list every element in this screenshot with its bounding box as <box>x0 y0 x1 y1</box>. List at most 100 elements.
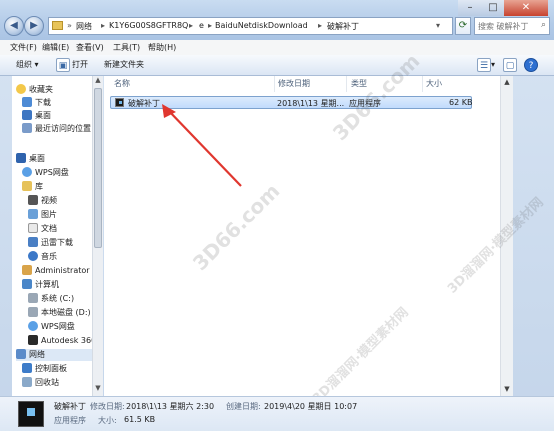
forward-arrow-icon: ▶ <box>30 20 38 31</box>
annotation-arrow <box>162 104 242 187</box>
nav-drive-d[interactable]: 本地磁盘 (D:) <box>28 307 91 319</box>
video-icon <box>28 195 38 205</box>
network-icon <box>16 349 26 359</box>
menu-tools[interactable]: 工具(T) <box>113 42 140 53</box>
downloads-icon <box>22 97 32 107</box>
music-icon <box>28 251 38 261</box>
nav-documents[interactable]: 文档 <box>28 223 57 235</box>
star-icon <box>16 84 26 94</box>
breadcrumb-host[interactable]: K1Y6G00S8GFTR8Q <box>109 21 188 30</box>
breadcrumb-separator-icon: » <box>67 21 72 30</box>
nav-libraries[interactable]: 库 <box>22 181 43 193</box>
menu-view[interactable]: 查看(V) <box>76 42 104 53</box>
help-icon[interactable]: ? <box>524 58 538 72</box>
nav-control-panel[interactable]: 控制面板 <box>22 363 67 375</box>
arrow-shaft <box>166 108 242 187</box>
computer-icon <box>22 279 32 289</box>
title-bar: – □ ✕ ◀ ▶ » 网络 ▸ K1Y6G00S8GFTR8Q ▸ e ▸ B… <box>0 0 554 40</box>
nav-videos[interactable]: 视频 <box>28 195 57 207</box>
nav-recycle-bin[interactable]: 回收站 <box>22 377 59 389</box>
breadcrumb-separator-icon: ▸ <box>318 21 323 30</box>
download-folder-icon <box>28 237 38 247</box>
command-bar: 组织 ▾ ▣ 打开 新建文件夹 ☰ ▾ ▢ ? <box>0 55 554 76</box>
details-modified-label: 修改日期: <box>90 402 125 411</box>
back-arrow-icon: ◀ <box>10 20 18 31</box>
breadcrumb-network[interactable]: 网络 <box>76 21 92 32</box>
breadcrumb-separator-icon: ▸ <box>208 21 213 30</box>
details-name: 破解补丁 <box>54 402 86 411</box>
search-input[interactable] <box>478 19 536 33</box>
breadcrumb-separator-icon: ▸ <box>189 21 194 30</box>
breadcrumb-separator-icon: ▸ <box>101 21 106 30</box>
preview-pane-icon[interactable]: ▢ <box>503 58 517 72</box>
details-size-label: 大小: <box>98 416 117 425</box>
drive-icon <box>28 307 38 317</box>
details-type: 应用程序 <box>54 416 86 425</box>
minimize-button[interactable]: – <box>458 0 482 16</box>
refresh-icon: ⟳ <box>458 20 468 31</box>
details-created-label: 创建日期: <box>226 402 261 411</box>
nav-scrollbar[interactable]: ▲ ▼ <box>92 76 103 396</box>
recent-places-icon <box>22 123 32 133</box>
scroll-up-icon[interactable]: ▲ <box>501 76 513 88</box>
recycle-bin-icon <box>22 377 32 387</box>
nav-computer[interactable]: 计算机 <box>22 279 59 291</box>
close-button[interactable]: ✕ <box>504 0 548 16</box>
details-pane: 破解补丁 修改日期: 2018\1\13 星期六 2:30 创建日期: 2019… <box>0 396 554 431</box>
nav-pictures[interactable]: 图片 <box>28 209 57 221</box>
organize-button[interactable]: 组织 ▾ <box>16 59 39 70</box>
maximize-button[interactable]: □ <box>482 0 504 16</box>
details-created: 2019\4\20 星期日 10:07 <box>264 402 358 411</box>
new-folder-button[interactable]: 新建文件夹 <box>104 59 144 70</box>
cloud-icon <box>22 167 32 177</box>
nav-favorites[interactable]: 收藏夹 <box>16 84 53 96</box>
picture-icon <box>28 209 38 219</box>
cloud-icon <box>28 321 38 331</box>
application-icon <box>18 401 44 427</box>
nav-admin[interactable]: Administrator <box>22 265 90 277</box>
autodesk-icon <box>28 335 38 345</box>
refresh-button[interactable]: ⟳ <box>455 17 471 35</box>
search-icon[interactable]: ⌕ <box>541 20 546 30</box>
nav-drive-c[interactable]: 系统 (C:) <box>28 293 74 305</box>
details-modified: 2018\1\13 星期六 2:30 <box>126 402 215 411</box>
forward-button[interactable]: ▶ <box>24 16 44 36</box>
menu-file[interactable]: 文件(F) <box>10 42 37 53</box>
nav-desktop-fav[interactable]: 桌面 <box>22 110 51 122</box>
nav-recent[interactable]: 最近访问的位置 <box>22 123 91 135</box>
scroll-up-icon[interactable]: ▲ <box>93 76 103 86</box>
nav-wps-cloud[interactable]: WPS网盘 <box>22 167 69 179</box>
file-list: 名称 修改日期 类型 大小 破解补丁 2018\1\13 星期... 应用程序 … <box>104 76 500 396</box>
nav-thunder[interactable]: 迅雷下载 <box>28 237 73 249</box>
nav-scroll-thumb[interactable] <box>94 88 102 248</box>
nav-network[interactable]: 网络 <box>16 349 92 361</box>
scroll-down-icon[interactable]: ▼ <box>93 384 103 394</box>
folder-icon <box>52 21 63 30</box>
breadcrumb-current[interactable]: 破解补丁 <box>327 21 359 32</box>
nav-music[interactable]: 音乐 <box>28 251 57 263</box>
breadcrumb-share[interactable]: e <box>199 21 204 30</box>
desktop-icon <box>22 110 32 120</box>
library-icon <box>22 181 32 191</box>
search-box[interactable]: ⌕ <box>474 17 550 35</box>
back-button[interactable]: ◀ <box>4 16 24 36</box>
document-icon <box>28 223 38 233</box>
scroll-down-icon[interactable]: ▼ <box>501 383 513 395</box>
view-dropdown-icon[interactable]: ▾ <box>491 60 495 69</box>
explorer-window: – □ ✕ ◀ ▶ » 网络 ▸ K1Y6G00S8GFTR8Q ▸ e ▸ B… <box>0 0 554 431</box>
nav-desktop[interactable]: 桌面 <box>16 153 45 165</box>
address-bar[interactable]: » 网络 ▸ K1Y6G00S8GFTR8Q ▸ e ▸ BaiduNetdis… <box>48 17 453 35</box>
nav-wps-cloud-2[interactable]: WPS网盘 <box>28 321 75 333</box>
navigation-pane: 收藏夹 下载 桌面 最近访问的位置 桌面 WPS网盘 库 视频 图片 文档 迅雷… <box>12 76 92 396</box>
view-options-icon[interactable]: ☰ <box>477 58 491 72</box>
menu-bar: 文件(F) 编辑(E) 查看(V) 工具(T) 帮助(H) <box>0 40 554 56</box>
menu-edit[interactable]: 编辑(E) <box>42 42 69 53</box>
nav-autodesk[interactable]: Autodesk 360 <box>28 335 92 347</box>
open-button[interactable]: 打开 <box>72 59 88 70</box>
nav-downloads[interactable]: 下载 <box>22 97 51 109</box>
breadcrumb-baidu[interactable]: BaiduNetdiskDownload <box>215 21 308 30</box>
address-dropdown-icon[interactable]: ▾ <box>436 21 440 30</box>
menu-help[interactable]: 帮助(H) <box>148 42 176 53</box>
desktop-icon <box>16 153 26 163</box>
drive-icon <box>28 293 38 303</box>
